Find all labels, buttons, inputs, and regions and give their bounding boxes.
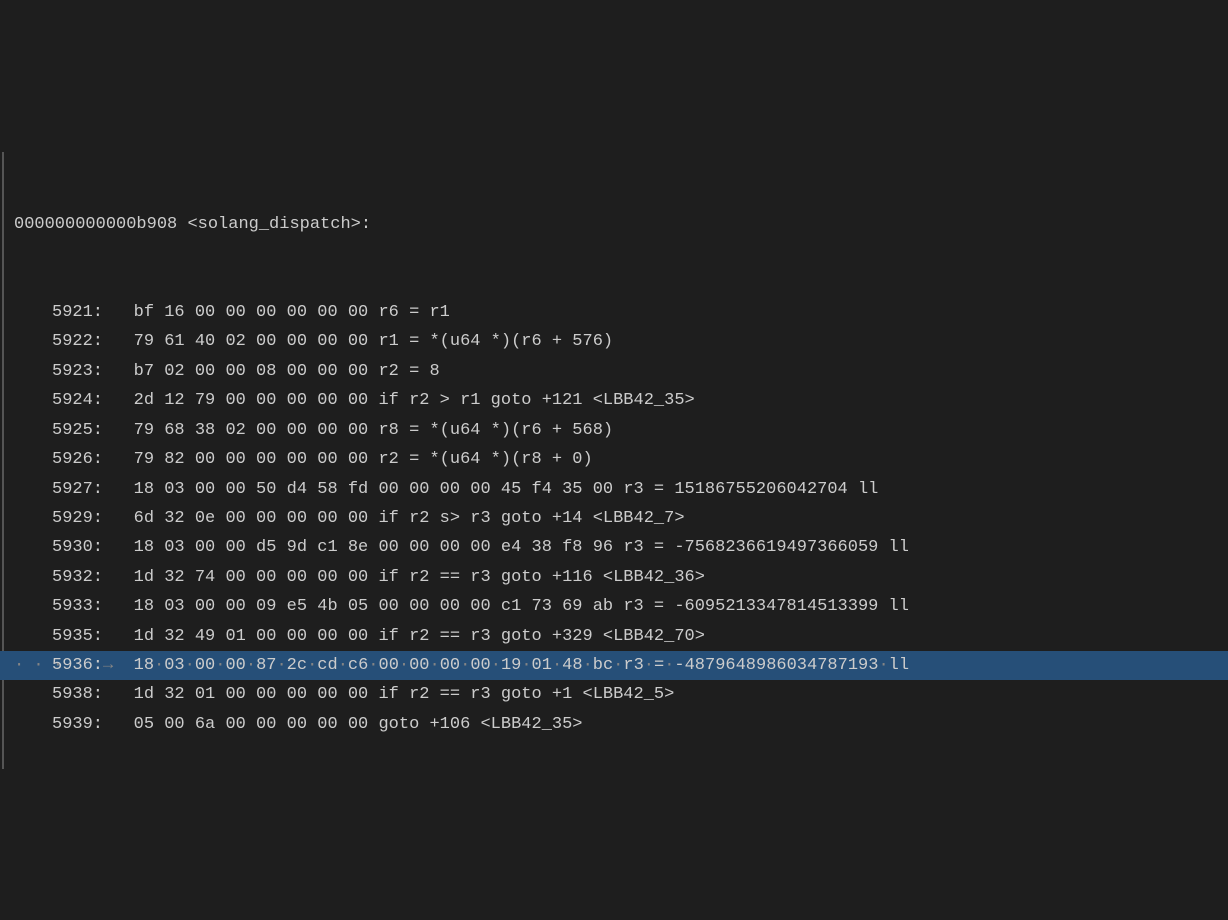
code-line[interactable]: 5933: 18 03 00 00 09 e5 4b 05 00 00 00 0… — [0, 592, 1228, 621]
hex-bytes: 79 68 38 02 00 00 00 00 — [134, 421, 369, 440]
asm-instruction: r3 = -7568236619497366059 ll — [623, 538, 909, 557]
asm-instruction: r3 = -6095213347814513399 ll — [623, 597, 909, 616]
asm-instruction: r1 = *(u64 *)(r6 + 576) — [378, 332, 613, 351]
code-line[interactable]: 5924: 2d 12 79 00 00 00 00 00 if r2 > r1… — [0, 386, 1228, 415]
code-line[interactable]: 5922: 79 61 40 02 00 00 00 00 r1 = *(u64… — [0, 327, 1228, 356]
disassembly-header: 000000000000b908 <solang_dispatch>: — [0, 210, 1228, 239]
code-line[interactable]: 5938: 1d 32 01 00 00 00 00 00 if r2 == r… — [0, 680, 1228, 709]
asm-instruction: if r2 == r3 goto +116 <LBB42_36> — [378, 568, 704, 587]
hex-bytes: 79 82 00 00 00 00 00 00 — [134, 450, 369, 469]
code-line[interactable]: 5930: 18 03 00 00 d5 9d c1 8e 00 00 00 0… — [0, 533, 1228, 562]
asm-instruction: if r2 s> r3 goto +14 <LBB42_7> — [378, 509, 684, 528]
asm-instruction: r2 = *(u64 *)(r8 + 0) — [378, 450, 592, 469]
line-number: 5929: — [52, 504, 103, 533]
code-line[interactable]: 5921: bf 16 00 00 00 00 00 00 r6 = r1 — [0, 298, 1228, 327]
code-line[interactable]: 5927: 18 03 00 00 50 d4 58 fd 00 00 00 0… — [0, 475, 1228, 504]
line-number: 5927: — [52, 475, 103, 504]
line-number: 5925: — [52, 416, 103, 445]
line-number: 5923: — [52, 357, 103, 386]
hex-bytes: 1d 32 74 00 00 00 00 00 — [134, 568, 369, 587]
line-number: 5938: — [52, 680, 103, 709]
code-line[interactable]: 5926: 79 82 00 00 00 00 00 00 r2 = *(u64… — [0, 445, 1228, 474]
line-number: 5930: — [52, 533, 103, 562]
hex-bytes: 79 61 40 02 00 00 00 00 — [134, 332, 369, 351]
hex-bytes: 18 03 00 00 50 d4 58 fd 00 00 00 00 45 f… — [134, 480, 613, 499]
asm-instruction: if r2 == r3 goto +329 <LBB42_70> — [378, 627, 704, 646]
hex-bytes: 18·03·00·00·87·2c·cd·c6·00·00·00·00·19·0… — [134, 656, 614, 675]
code-line[interactable]: 5925: 79 68 38 02 00 00 00 00 r8 = *(u64… — [0, 416, 1228, 445]
line-number: 5939: — [52, 710, 103, 739]
hex-bytes: 1d 32 49 01 00 00 00 00 — [134, 627, 369, 646]
asm-instruction: r3 = 15186755206042704 ll — [623, 480, 878, 499]
asm-instruction: r3·=·-4879648986034787193·ll — [623, 656, 909, 675]
hex-bytes: b7 02 00 00 08 00 00 00 — [134, 362, 369, 381]
line-number: 5935: — [52, 622, 103, 651]
code-line[interactable]: 5929: 6d 32 0e 00 00 00 00 00 if r2 s> r… — [0, 504, 1228, 533]
asm-instruction: goto +106 <LBB42_35> — [378, 715, 582, 734]
header-address: 000000000000b908 — [14, 215, 177, 234]
hex-bytes: 18 03 00 00 d5 9d c1 8e 00 00 00 00 e4 3… — [134, 538, 613, 557]
code-line[interactable]: 5936:→ 18·03·00·00·87·2c·cd·c6·00·00·00·… — [0, 651, 1228, 680]
line-number: 5922: — [52, 327, 103, 356]
header-symbol: <solang_dispatch>: — [187, 215, 371, 234]
asm-instruction: if r2 > r1 goto +121 <LBB42_35> — [378, 391, 694, 410]
line-number: 5926: — [52, 445, 103, 474]
line-number: 5932: — [52, 563, 103, 592]
line-number: 5933: — [52, 592, 103, 621]
disassembly-view: 000000000000b908 <solang_dispatch>: 5921… — [0, 122, 1228, 769]
asm-instruction: r8 = *(u64 *)(r6 + 568) — [378, 421, 613, 440]
code-line[interactable]: 5932: 1d 32 74 00 00 00 00 00 if r2 == r… — [0, 563, 1228, 592]
asm-instruction: r6 = r1 — [378, 303, 449, 322]
asm-instruction: r2 = 8 — [378, 362, 439, 381]
hex-bytes: 18 03 00 00 09 e5 4b 05 00 00 00 00 c1 7… — [134, 597, 613, 616]
asm-instruction: if r2 == r3 goto +1 <LBB42_5> — [378, 685, 674, 704]
line-number: 5921: — [52, 298, 103, 327]
code-line[interactable]: 5935: 1d 32 49 01 00 00 00 00 if r2 == r… — [0, 622, 1228, 651]
code-line[interactable]: 5939: 05 00 6a 00 00 00 00 00 goto +106 … — [0, 710, 1228, 739]
hex-bytes: 1d 32 01 00 00 00 00 00 — [134, 685, 369, 704]
code-line[interactable]: 5923: b7 02 00 00 08 00 00 00 r2 = 8 — [0, 357, 1228, 386]
hex-bytes: 05 00 6a 00 00 00 00 00 — [134, 715, 369, 734]
line-number: 5924: — [52, 386, 103, 415]
whitespace-arrow-icon: → — [103, 656, 134, 675]
line-number: 5936: — [52, 651, 103, 680]
hex-bytes: bf 16 00 00 00 00 00 00 — [134, 303, 369, 322]
hex-bytes: 6d 32 0e 00 00 00 00 00 — [134, 509, 369, 528]
hex-bytes: 2d 12 79 00 00 00 00 00 — [134, 391, 369, 410]
